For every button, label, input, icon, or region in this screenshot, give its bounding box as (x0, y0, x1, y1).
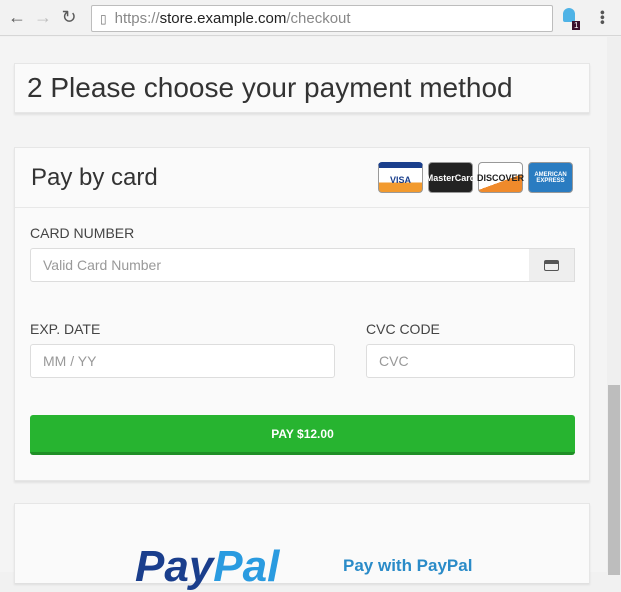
exp-date-input[interactable]: MM / YY (30, 344, 335, 378)
extension-badge: 1 (572, 21, 581, 30)
cvc-input[interactable]: CVC (366, 344, 575, 378)
step-header: 2 Please choose your payment method (14, 63, 590, 113)
paypal-panel[interactable]: PayPal Pay with PayPal (14, 503, 590, 591)
page-icon: ▯ (100, 11, 107, 26)
visa-logo: VISA (378, 162, 423, 193)
card-number-label: CARD NUMBER (30, 225, 135, 241)
pay-by-card-panel: Pay by card VISA MasterCard DISCOVER AME… (14, 147, 590, 481)
scrollbar[interactable] (607, 37, 621, 575)
scrollbar-thumb[interactable] (608, 385, 620, 575)
panel-title: Pay by card (31, 163, 158, 191)
pay-button[interactable]: PAY $12.00 (30, 415, 575, 455)
reload-icon[interactable]: ↻ (56, 7, 82, 28)
extension-ghost-icon[interactable]: 1 (563, 8, 581, 30)
cvc-label: CVC CODE (366, 321, 440, 337)
mastercard-logo: MasterCard (426, 162, 475, 193)
back-icon[interactable]: ← (4, 7, 30, 28)
page-title: 2 Please choose your payment method (27, 72, 513, 103)
discover-logo: DISCOVER (477, 162, 524, 193)
amex-logo: AMERICAN EXPRESS (528, 162, 573, 193)
browser-toolbar: ← → ↻ ▯ https://store.example.com/checko… (0, 0, 621, 36)
paypal-label: Pay with PayPal (343, 556, 473, 575)
address-bar[interactable]: ▯ https://store.example.com/checkout (91, 5, 553, 32)
credit-card-icon (529, 248, 575, 282)
paypal-logo: PayPal (135, 542, 280, 591)
page-content: 2 Please choose your payment method Pay … (0, 37, 607, 591)
forward-icon[interactable]: → (30, 7, 56, 28)
card-number-input[interactable]: Valid Card Number (30, 248, 530, 282)
menu-icon[interactable]: ••• (595, 10, 611, 25)
exp-date-label: EXP. DATE (30, 321, 101, 337)
